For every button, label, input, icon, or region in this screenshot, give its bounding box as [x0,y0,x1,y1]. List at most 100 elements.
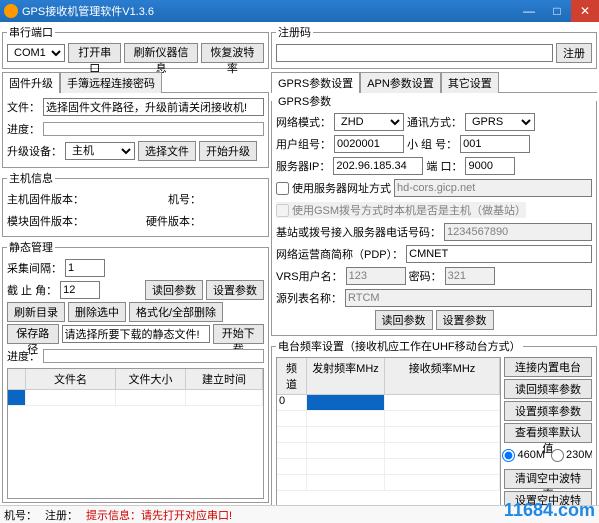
host-legend: 主机信息 [7,170,55,186]
vrs-input [346,267,406,285]
status-machine: 机号： [4,507,37,523]
radio-legend: 电台频率设置（接收机应工作在UHF移动台方式） [276,338,523,354]
com-port-select[interactable]: COM1 [7,44,65,62]
refresh-device-button[interactable]: 刷新仪器信息 [124,43,197,63]
commtype-select[interactable]: GPRS [465,113,535,131]
register-button[interactable]: 注册 [556,43,592,63]
band-460-radio[interactable]: 460M [502,449,545,462]
static-group: 静态管理 采集间隔： 截 止 角： 读回参数 设置参数 刷新目录 删除选中 格式… [2,239,269,503]
static-read-button[interactable]: 读回参数 [145,280,203,300]
status-hint-label: 提示信息： [86,510,141,522]
restore-baud-button[interactable]: 恢复波特率 [201,43,264,63]
minimize-button[interactable]: — [515,0,543,22]
interval-label: 采集间隔： [7,260,62,276]
col-createtime: 建立时间 [186,369,263,389]
dial-input [444,223,592,241]
status-hint: 请先打开对应串口! [141,510,232,522]
register-group: 注册码 注册 [271,24,597,69]
serverip-input[interactable] [333,157,423,175]
titlebar: GPS接收机管理软件V1.3.6 — □ ✕ [0,0,599,22]
host-info-group: 主机信息 主机固件版本： 机号： 模块固件版本： 硬件版本： [2,170,269,237]
delete-selected-button[interactable]: 删除选中 [68,302,126,322]
tab-other[interactable]: 其它设置 [441,72,499,93]
angle-label: 截 止 角： [7,282,57,298]
radio-freq-group: 电台频率设置（接收机应工作在UHF移动台方式） 频道 发射频率MHz 接收频率M… [271,338,597,515]
netmode-select[interactable]: ZHD [334,113,404,131]
set-freq-button[interactable]: 设置频率参数 [504,401,592,421]
clear-airbaud-button[interactable]: 清调空中波特率 [504,469,592,489]
col-channel: 频道 [277,358,307,394]
table-row[interactable] [8,390,263,406]
usergroup-input[interactable] [334,135,404,153]
tab-apn[interactable]: APN参数设置 [360,72,441,93]
usergroup-label: 用户组号： [276,136,331,152]
pdp-label: 网络运营商简称（PDP）： [276,246,403,262]
host-id-label: 机号： [168,191,201,207]
upgrade-progress [43,122,264,136]
open-port-button[interactable]: 打开串口 [68,43,121,63]
static-legend: 静态管理 [7,239,55,255]
window-title: GPS接收机管理软件V1.3.6 [22,3,515,19]
close-button[interactable]: ✕ [571,0,599,22]
progress-label: 进度： [7,121,40,137]
download-path-input[interactable] [62,325,210,343]
serial-legend: 串行端口 [7,24,55,40]
file-path-input[interactable] [43,98,264,116]
angle-input[interactable] [60,281,100,299]
status-register: 注册： [45,507,78,523]
col-txfreq: 发射频率MHz [307,358,385,394]
connect-internal-radio-button[interactable]: 连接内置电台 [504,357,592,377]
read-freq-button[interactable]: 读回频率参数 [504,379,592,399]
register-code-input[interactable] [276,44,553,62]
default-freq-button[interactable]: 查看频率默认值 [504,423,592,443]
vrs-label: VRS用户名： [276,268,343,284]
source-input [345,289,592,307]
choose-file-button[interactable]: 选择文件 [138,141,196,161]
dial-label: 基站或拨号接入服务器电话号码： [276,224,441,240]
static-file-table[interactable]: 文件名 文件大小 建立时间 [7,368,264,499]
hw-version-label: 硬件版本： [146,213,201,229]
upgrade-device-select[interactable]: 主机 [65,142,135,160]
source-label: 源列表名称： [276,290,342,306]
tab-remote-password[interactable]: 手簿远程连接密码 [60,72,162,93]
freq-table[interactable]: 频道 发射频率MHz 接收频率MHz 0 [276,357,501,511]
commtype-label: 通讯方式： [407,114,462,130]
pdp-input[interactable] [406,245,592,263]
gprs-params-group: GPRS参数 网络模式： ZHD 通讯方式： GPRS 用户组号： 小 组 号：… [271,93,597,336]
col-filesize: 文件大小 [116,369,186,389]
band-230-radio[interactable]: 230M [551,449,592,462]
pwd-input [445,267,495,285]
use-gsm-checkbox: 使用GSM拨号方式时本机是否是主机（做基站） [276,202,526,218]
save-path-button[interactable]: 保存路径 [7,324,59,344]
host-fw-label: 主机固件版本： [7,191,97,207]
col-filename: 文件名 [26,369,116,389]
netmode-label: 网络模式： [276,114,331,130]
maximize-button[interactable]: □ [543,0,571,22]
gprs-set-button[interactable]: 设置参数 [436,310,494,330]
register-legend: 注册码 [276,24,313,40]
table-row[interactable]: 0 [277,395,500,411]
start-upgrade-button[interactable]: 开始升级 [199,141,257,161]
module-fw-label: 模块固件版本： [7,213,97,229]
upgrade-device-label: 升级设备： [7,143,62,159]
use-server-url-checkbox[interactable]: 使用服务器网址方式 [276,180,391,196]
start-download-button[interactable]: 开始下载 [213,324,265,344]
pwd-label: 密码： [409,268,442,284]
refresh-dir-button[interactable]: 刷新目录 [7,302,65,322]
dl-progress-label: 进度： [7,348,40,364]
tab-firmware-upgrade[interactable]: 固件升级 [2,72,60,93]
gprs-read-button[interactable]: 读回参数 [375,310,433,330]
download-progress [43,349,264,363]
subgroup-input[interactable] [460,135,530,153]
interval-input[interactable] [65,259,105,277]
format-button[interactable]: 格式化/全部删除 [129,302,223,322]
col-rxfreq: 接收频率MHz [385,358,500,394]
tab-gprs[interactable]: GPRS参数设置 [271,72,360,93]
statusbar: 机号： 注册： 提示信息：请先打开对应串口! [0,505,599,523]
port-label: 端 口： [426,158,462,174]
static-set-button[interactable]: 设置参数 [206,280,264,300]
port-input[interactable] [465,157,515,175]
file-label: 文件： [7,99,40,115]
app-icon [4,4,18,18]
gprs-legend: GPRS参数 [276,93,333,109]
